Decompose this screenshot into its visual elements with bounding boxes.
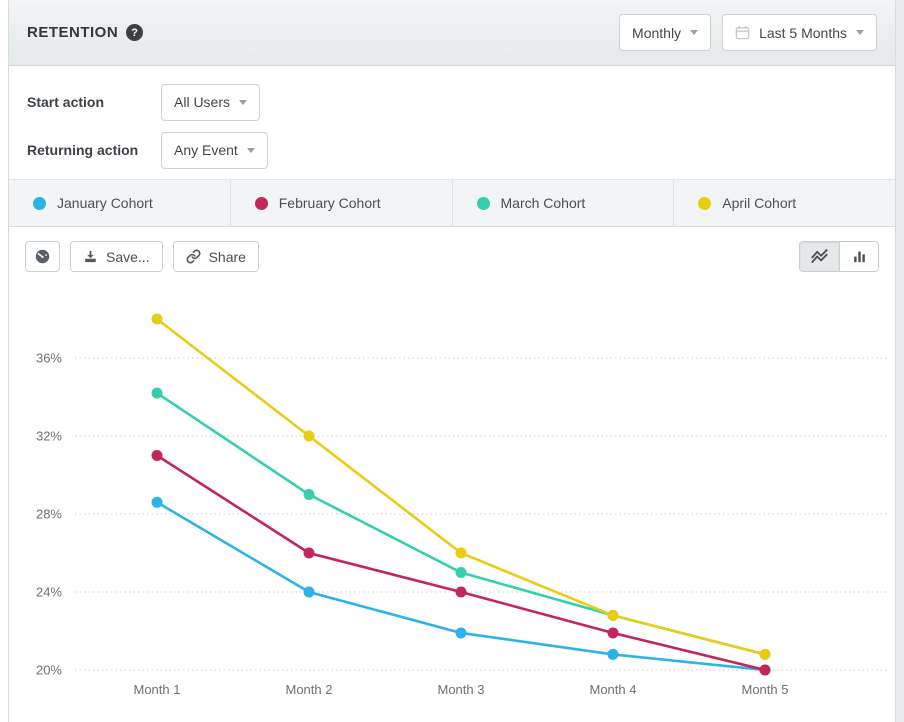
cohort-legend: January Cohort February Cohort March Coh… bbox=[9, 180, 895, 227]
svg-text:Month 2: Month 2 bbox=[286, 682, 333, 697]
series-color-dot bbox=[33, 197, 46, 210]
filters-section: Start action All Users Returning action … bbox=[9, 66, 895, 180]
legend-label: January Cohort bbox=[57, 195, 153, 211]
date-range-dropdown[interactable]: Last 5 Months bbox=[722, 14, 877, 51]
page-title: RETENTION bbox=[27, 24, 118, 41]
save-button-label: Save... bbox=[106, 249, 150, 265]
svg-text:24%: 24% bbox=[36, 585, 62, 600]
returning-action-dropdown[interactable]: Any Event bbox=[161, 132, 268, 169]
chart-type-toggle bbox=[799, 241, 879, 272]
legend-item-april[interactable]: April Cohort bbox=[674, 180, 895, 226]
chevron-down-icon bbox=[239, 100, 247, 105]
legend-label: March Cohort bbox=[501, 195, 586, 211]
start-action-dropdown[interactable]: All Users bbox=[161, 84, 260, 121]
retention-report: RETENTION ? Monthly L bbox=[0, 0, 904, 722]
legend-label: April Cohort bbox=[722, 195, 796, 211]
svg-text:Month 3: Month 3 bbox=[438, 682, 485, 697]
help-icon[interactable]: ? bbox=[126, 24, 143, 41]
returning-action-value: Any Event bbox=[174, 142, 238, 158]
start-action-row: Start action All Users bbox=[27, 80, 895, 124]
legend-item-february[interactable]: February Cohort bbox=[231, 180, 453, 226]
bar-chart-icon bbox=[851, 248, 868, 265]
legend-item-march[interactable]: March Cohort bbox=[453, 180, 675, 226]
line-chart-icon bbox=[810, 248, 829, 265]
share-button[interactable]: Share bbox=[173, 241, 259, 272]
download-icon bbox=[83, 249, 98, 264]
granularity-value: Monthly bbox=[632, 25, 681, 41]
link-icon bbox=[186, 249, 201, 264]
add-to-dashboard-button[interactable] bbox=[25, 241, 60, 272]
svg-text:20%: 20% bbox=[36, 663, 62, 678]
share-button-label: Share bbox=[209, 249, 246, 265]
chevron-down-icon bbox=[856, 30, 864, 35]
calendar-icon bbox=[735, 25, 750, 40]
granularity-dropdown[interactable]: Monthly bbox=[619, 14, 711, 51]
chart-area: 20% 24% 28% 32% 36% Month 1 Month 2 Month 3 Mont… bbox=[9, 284, 895, 722]
start-action-value: All Users bbox=[174, 94, 230, 110]
svg-text:Month 4: Month 4 bbox=[590, 682, 637, 697]
start-action-label: Start action bbox=[27, 94, 161, 110]
series-color-dot bbox=[698, 197, 711, 210]
svg-text:32%: 32% bbox=[36, 429, 62, 444]
returning-action-row: Returning action Any Event bbox=[27, 128, 895, 172]
date-range-value: Last 5 Months bbox=[759, 25, 847, 41]
retention-line-chart[interactable]: 20% 24% 28% 32% 36% Month 1 Month 2 Month 3 Mont… bbox=[9, 284, 895, 722]
series-color-dot bbox=[255, 197, 268, 210]
chart-toolbar: Save... Share bbox=[9, 227, 895, 284]
right-gutter bbox=[896, 0, 904, 722]
report-header: RETENTION ? Monthly L bbox=[9, 0, 895, 66]
report-panel: RETENTION ? Monthly L bbox=[8, 0, 896, 722]
svg-text:Month 1: Month 1 bbox=[134, 682, 181, 697]
series-color-dot bbox=[477, 197, 490, 210]
gauge-icon bbox=[34, 248, 51, 265]
svg-text:Month 5: Month 5 bbox=[742, 682, 789, 697]
save-button[interactable]: Save... bbox=[70, 241, 163, 272]
returning-action-label: Returning action bbox=[27, 142, 161, 158]
chevron-down-icon bbox=[690, 30, 698, 35]
bar-chart-toggle-button[interactable] bbox=[839, 242, 878, 271]
line-chart-toggle-button[interactable] bbox=[800, 242, 839, 271]
header-controls: Monthly Last 5 Months bbox=[619, 14, 877, 51]
svg-text:36%: 36% bbox=[36, 351, 62, 366]
chevron-down-icon bbox=[247, 148, 255, 153]
legend-label: February Cohort bbox=[279, 195, 381, 211]
svg-text:28%: 28% bbox=[36, 507, 62, 522]
legend-item-january[interactable]: January Cohort bbox=[9, 180, 231, 226]
